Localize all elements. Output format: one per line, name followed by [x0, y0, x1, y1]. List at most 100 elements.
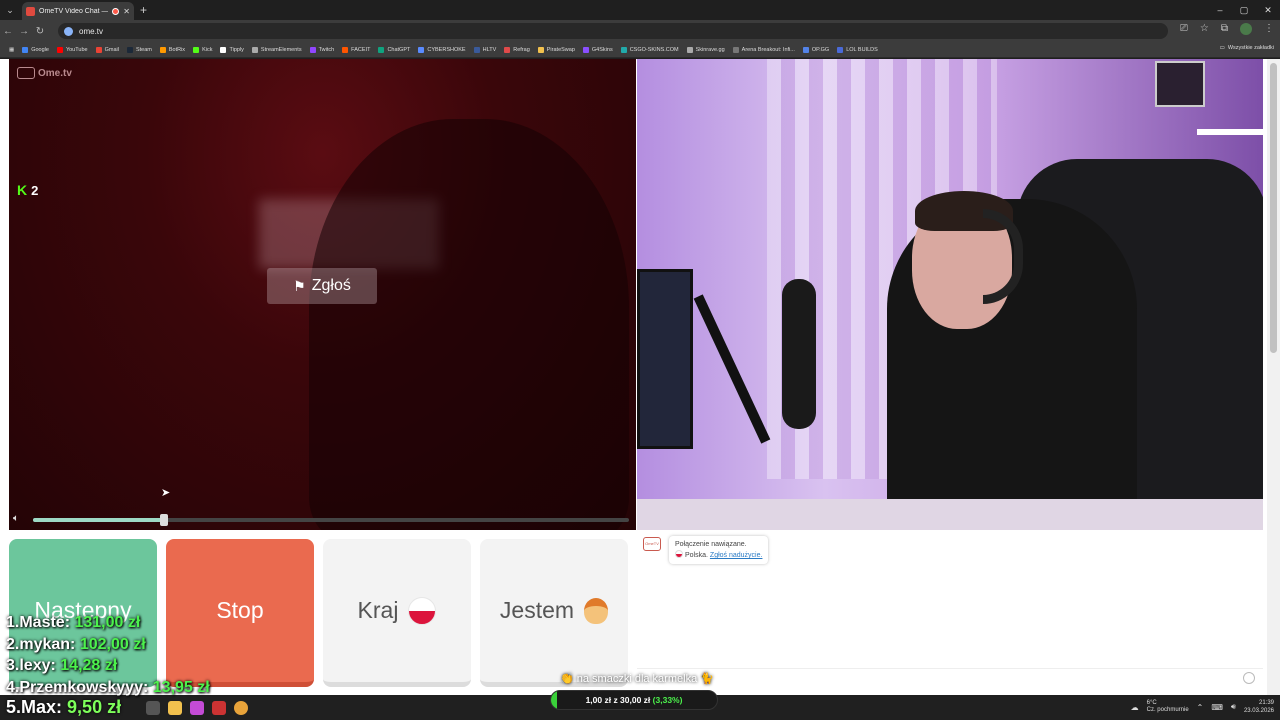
report-abuse-link[interactable]: Zgłoś nadużycie.	[710, 552, 763, 559]
bookmark-favicon-icon	[620, 46, 627, 53]
bookmark-gmail[interactable]: Gmail	[93, 46, 122, 53]
bookmark-label: Google	[31, 46, 49, 53]
bookmark-label: Steam	[135, 46, 152, 53]
bookmark-botrix[interactable]: BotRix	[157, 46, 188, 53]
bookmark-label: Arena Breakout: Infi...	[741, 46, 795, 53]
bookmark-star-icon[interactable]: ☆	[1200, 23, 1209, 35]
bookmark-faceit[interactable]: FACEIT	[339, 46, 373, 53]
bookmark-streamelements[interactable]: StreamElements	[249, 46, 305, 53]
bookmark-google[interactable]: Google	[19, 46, 52, 53]
bookmark-chatgpt[interactable]: ChatGPT	[375, 46, 413, 53]
bookmark-label: Kick	[202, 46, 213, 53]
clock[interactable]: 21:39 23.03.2026	[1244, 699, 1274, 715]
reload-icon[interactable]: ↻	[32, 26, 48, 37]
chat-input[interactable]	[637, 668, 1263, 687]
viewer-count: 2	[31, 182, 39, 198]
kick-icon: K	[17, 182, 28, 198]
leaderboard-amount: 131,00 zł	[74, 614, 141, 631]
extensions-icon[interactable]: ⧉	[1221, 23, 1228, 35]
bookmark-twitch[interactable]: Twitch	[307, 46, 338, 53]
country-line: Polska. Zgłoś nadużycie.	[675, 550, 762, 561]
bookmark-favicon-icon	[473, 46, 480, 53]
close-window-button[interactable]: ✕	[1256, 0, 1280, 20]
bookmark-arena-breakout-infi[interactable]: Arena Breakout: Infi...	[730, 46, 798, 53]
chevron-up-icon[interactable]: ⌃	[1197, 703, 1204, 712]
gender-button[interactable]: Jestem	[480, 539, 628, 687]
volume-slider[interactable]	[33, 514, 629, 526]
flag-icon: ⚑	[293, 277, 306, 294]
country-button[interactable]: Kraj	[323, 539, 471, 687]
bookmark-favicon-icon	[193, 46, 200, 53]
bookmark-cybershoke[interactable]: CYBERSHOKE	[415, 46, 468, 53]
bookmark-skinrave-gg[interactable]: Skinrave.gg	[684, 46, 728, 53]
file-explorer-icon[interactable]	[168, 701, 182, 715]
desk	[637, 499, 1263, 530]
report-button[interactable]: ⚑ Zgłoś	[267, 268, 377, 304]
page-scrollbar[interactable]	[1267, 59, 1280, 695]
folder-label: Wszystkie zakładki	[1227, 45, 1274, 51]
bookmark-favicon-icon	[378, 46, 385, 53]
apps-icon[interactable]: ▦	[6, 47, 17, 53]
bookmark-favicon-icon	[220, 46, 227, 53]
bookmark-g4skins[interactable]: G4Skins	[580, 46, 616, 53]
speaker-icon[interactable]: 🔊︎	[1231, 702, 1236, 712]
browser-tab[interactable]: OmeTV Video Chat — Ome ✕	[22, 2, 134, 20]
bookmark-steam[interactable]: Steam	[124, 46, 155, 53]
forward-icon[interactable]: →	[16, 26, 32, 37]
leaderboard-rank: 4.	[6, 678, 20, 696]
volume-knob[interactable]	[160, 514, 169, 526]
task-view-icon[interactable]	[146, 701, 160, 715]
obs-icon[interactable]	[212, 701, 226, 715]
bookmark-favicon-icon	[22, 46, 29, 53]
messenger-icon[interactable]	[190, 701, 204, 715]
volume-icon[interactable]: 🔈︎	[13, 513, 19, 524]
network-icon[interactable]: ⌨	[1211, 703, 1223, 712]
leaderboard-amount: 14,28 zł	[60, 657, 118, 674]
new-tab-button[interactable]: +	[140, 3, 147, 17]
emoji-icon[interactable]	[1243, 672, 1255, 684]
site-info-icon[interactable]	[64, 26, 73, 36]
goal-percent: (3,33%)	[652, 695, 683, 705]
chrome-icon[interactable]	[234, 701, 248, 715]
stop-label: Stop	[216, 597, 264, 623]
top-donor: 5.Max: 9,50 zł	[6, 697, 121, 718]
bookmark-label: Skinrave.gg	[695, 46, 725, 53]
wall-poster	[1155, 61, 1205, 107]
scrollbar-thumb[interactable]	[1270, 63, 1277, 353]
menu-icon[interactable]: ⋮	[1264, 23, 1274, 35]
bookmark-op-gg[interactable]: OP.GG	[800, 46, 832, 53]
minimize-button[interactable]: –	[1208, 0, 1232, 20]
bookmark-youtube[interactable]: YouTube	[54, 46, 91, 53]
bookmark-hltv[interactable]: HLTV	[471, 46, 500, 53]
profile-avatar[interactable]	[1240, 23, 1252, 35]
maximize-button[interactable]: ▢	[1232, 0, 1256, 20]
url-input[interactable]: ome.tv	[58, 23, 1168, 39]
leaderboard-rank: 1.	[6, 614, 20, 631]
taskbar-apps	[146, 701, 248, 715]
bookmark-favicon-icon	[418, 46, 425, 53]
tab-search-icon[interactable]: ⌄	[0, 0, 20, 20]
bookmark-label: CSGO-SKINS.COM	[629, 46, 679, 53]
mic-arm	[693, 294, 771, 444]
weather-widget[interactable]: 6°C Cz. pochmurnie	[1147, 700, 1189, 714]
bookmark-refrag[interactable]: Refrag	[501, 46, 533, 53]
stranger-silhouette	[309, 119, 629, 530]
bookmark-favicon-icon	[504, 46, 511, 53]
bookmark-favicon-icon	[582, 46, 589, 53]
partner-country: Polska.	[685, 552, 708, 559]
bookmark-lol-builds[interactable]: LOL BUILDS	[834, 46, 881, 53]
all-bookmarks-folder[interactable]: ▭ Wszystkie zakładki	[1220, 45, 1274, 51]
bookmark-favicon-icon	[159, 46, 166, 53]
back-icon[interactable]: ←	[0, 26, 16, 37]
bookmark-favicon-icon	[342, 46, 349, 53]
close-tab-icon[interactable]: ✕	[123, 7, 130, 16]
connected-text: Połączenie nawiązane.	[675, 541, 747, 548]
bookmark-pirateswap[interactable]: PirateSwap	[535, 46, 578, 53]
leaderboard-name: Przemkowskyyy:	[19, 678, 149, 696]
bookmark-label: G4Skins	[591, 46, 613, 53]
bookmark-tipply[interactable]: Tipply	[217, 46, 246, 53]
bookmark-csgo-skins-com[interactable]: CSGO-SKINS.COM	[618, 46, 682, 53]
cast-icon[interactable]: ⎚	[1180, 23, 1188, 35]
stranger-video: Ome.tv K 2 ⚑ Zgłoś ➤ 🔈︎	[9, 59, 636, 530]
bookmark-kick[interactable]: Kick	[190, 46, 215, 53]
